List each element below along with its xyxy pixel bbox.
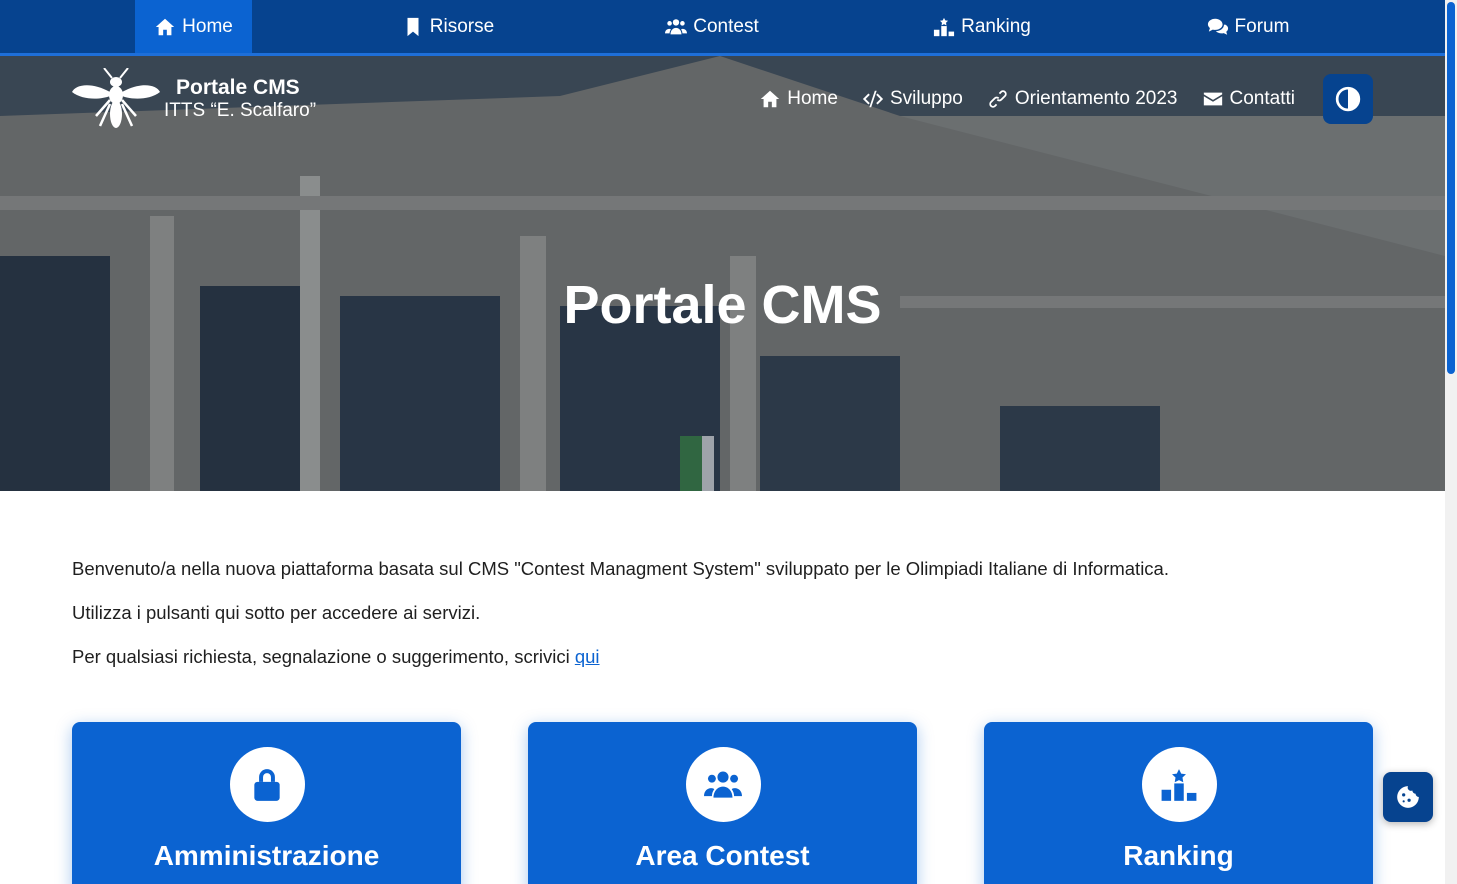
topnav-ranking-label: Ranking xyxy=(961,15,1031,37)
brand-subtitle: ITTS “E. Scalfaro” xyxy=(164,100,317,121)
card-area-contest-label: Area Contest xyxy=(635,840,810,871)
home-icon xyxy=(155,18,175,35)
header-nav-home-label: Home xyxy=(787,88,838,109)
bee-logo-icon xyxy=(72,68,160,128)
users-icon xyxy=(665,18,688,34)
contrast-icon xyxy=(1335,86,1361,112)
topnav-home[interactable]: Home xyxy=(135,0,252,53)
card-ranking[interactable]: Ranking xyxy=(984,722,1373,884)
intro-paragraph-3: Per qualsiasi richiesta, segnalazione o … xyxy=(72,645,1372,669)
comments-icon xyxy=(1207,18,1228,35)
cookie-icon xyxy=(1397,786,1419,808)
cookie-settings-button[interactable] xyxy=(1383,772,1433,822)
header-nav-home[interactable]: Home xyxy=(759,88,838,110)
contact-link[interactable]: qui xyxy=(575,646,600,667)
card-amministrazione[interactable]: Amministrazione xyxy=(72,722,461,884)
header-nav-contatti[interactable]: Contatti xyxy=(1202,88,1295,110)
home-icon xyxy=(761,90,780,108)
header-nav-sviluppo[interactable]: Sviluppo xyxy=(862,88,963,110)
header-nav: Home Sviluppo Orientamento 2023 Contatti xyxy=(759,74,1373,124)
code-icon xyxy=(862,90,884,108)
page-scrollbar-thumb[interactable] xyxy=(1447,2,1455,374)
intro-paragraph-2: Utilizza i pulsanti qui sotto per accede… xyxy=(72,602,481,623)
contrast-toggle-button[interactable] xyxy=(1323,74,1373,124)
bookmark-icon xyxy=(407,17,419,36)
link-icon xyxy=(989,90,1007,108)
lock-icon xyxy=(254,768,280,801)
brand-logo[interactable]: Portale CMS ITTS “E. Scalfaro” xyxy=(72,68,316,130)
intro-section: Benvenuto/a nella nuova piattaforma basa… xyxy=(72,557,1372,689)
card-icon-circle xyxy=(1141,747,1217,822)
topnav-risorse[interactable]: Risorse xyxy=(390,0,506,53)
hero-title: Portale CMS xyxy=(563,275,882,335)
ranking-icon xyxy=(1161,768,1197,801)
brand-title: Portale CMS xyxy=(176,76,300,99)
topnav-contest-label: Contest xyxy=(693,15,759,37)
header-nav-orientamento[interactable]: Orientamento 2023 xyxy=(987,88,1178,110)
brand-text: Portale CMS ITTS “E. Scalfaro” xyxy=(164,76,316,122)
topnav-risorse-label: Risorse xyxy=(429,15,495,37)
topnav-contest[interactable]: Contest xyxy=(650,0,774,53)
header-nav-sviluppo-label: Sviluppo xyxy=(889,88,963,109)
card-icon-circle xyxy=(229,747,305,822)
card-area-contest[interactable]: Area Contest xyxy=(528,722,917,884)
envelope-icon xyxy=(1203,92,1222,106)
topnav-home-label: Home xyxy=(182,15,233,37)
topnav-ranking[interactable]: Ranking xyxy=(918,0,1046,53)
card-icon-circle xyxy=(685,747,761,822)
card-amministrazione-label: Amministrazione xyxy=(153,840,380,871)
header-nav-orientamento-label: Orientamento 2023 xyxy=(1014,88,1178,109)
ranking-icon xyxy=(934,17,955,36)
intro-paragraph-1: Benvenuto/a nella nuova piattaforma basa… xyxy=(72,558,1169,579)
users-icon xyxy=(704,771,742,798)
card-ranking-label: Ranking xyxy=(1123,840,1234,871)
hero-banner: Portale CMS ITTS “E. Scalfaro” Home Svil… xyxy=(0,56,1445,491)
header-nav-contatti-label: Contatti xyxy=(1229,88,1295,109)
topnav-forum[interactable]: Forum xyxy=(1192,0,1304,53)
top-navbar: Home Risorse Contest Ranking Forum xyxy=(0,0,1445,56)
topnav-forum-label: Forum xyxy=(1234,15,1290,37)
intro-paragraph-3-text: Per qualsiasi richiesta, segnalazione o … xyxy=(72,646,575,667)
